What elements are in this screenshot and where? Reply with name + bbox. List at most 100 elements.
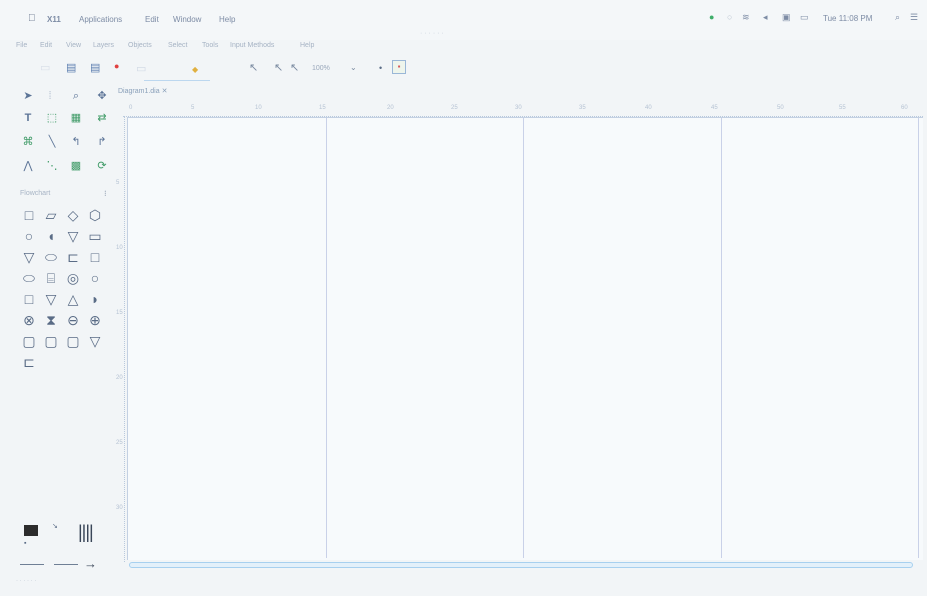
process-shape-icon[interactable]: □ — [20, 206, 38, 224]
outline-tool-icon[interactable]: ⟳ — [92, 156, 112, 176]
system-menubar:  X11 Applications Edit Window Help ● ○ … — [0, 0, 927, 40]
ruler-tick: 40 — [645, 105, 652, 111]
open-file-icon[interactable]: ▤ — [66, 60, 76, 76]
preparation-hexagon-shape-icon[interactable]: ⬡ — [86, 206, 104, 224]
summing-junction-shape-icon[interactable]: ⊗ — [20, 311, 38, 329]
menu-edit[interactable]: Edit — [145, 15, 159, 24]
menu-view[interactable]: View — [66, 42, 81, 49]
ruler-tick: 25 — [116, 440, 123, 446]
menu-tools[interactable]: Tools — [202, 42, 218, 49]
polyline-tool-icon[interactable]: ⋀ — [18, 156, 38, 176]
default-colors-icon[interactable]: ▪ — [24, 540, 26, 547]
sort-shape-icon[interactable]: ⊖ — [64, 311, 82, 329]
connector-shape-icon[interactable]: ⬭ — [20, 269, 38, 287]
sheet-selector-arrow-icon[interactable]: ⁝ — [104, 189, 107, 198]
beziergon-tool-icon[interactable]: ⌘ — [18, 132, 38, 152]
start-arrow-selector[interactable] — [20, 564, 44, 565]
ellipse-tool-icon[interactable]: ▦ — [66, 108, 86, 128]
ruler-tick: 5 — [191, 105, 195, 111]
swap-colors-icon[interactable]: ↘ — [52, 522, 58, 530]
card-shape-icon[interactable]: ⊏ — [64, 248, 82, 266]
multi-document-shape-icon[interactable]: ▢ — [64, 332, 82, 350]
bezier-tool-icon[interactable]: ⋱ — [42, 156, 62, 176]
punched-tape-shape-icon[interactable]: □ — [86, 248, 104, 266]
undo-icon[interactable]: ↖ — [249, 60, 258, 76]
menu-select[interactable]: Select — [168, 42, 187, 49]
or-shape-icon[interactable]: ⊕ — [86, 311, 104, 329]
decision-diamond-shape-icon[interactable]: ◇ — [64, 206, 82, 224]
menu-app-x11[interactable]: X11 — [47, 15, 61, 24]
pointer-tool-icon[interactable]: ➤ — [18, 86, 38, 106]
menu-help[interactable]: Help — [300, 42, 314, 49]
annotation-shape-icon[interactable]: ⊏ — [20, 353, 38, 371]
menu-help[interactable]: Help — [219, 15, 235, 24]
internal-storage-shape-icon[interactable]: □ — [20, 290, 38, 308]
terminal-shape-icon[interactable]: ○ — [20, 227, 38, 245]
direct-data-shape-icon[interactable]: ◎ — [64, 269, 82, 287]
zoom-dropdown-chevron-icon[interactable]: ⌄ — [350, 60, 357, 76]
notification-center-icon[interactable]: ☰ — [910, 12, 918, 23]
menu-edit[interactable]: Edit — [40, 42, 52, 49]
close-tab-icon[interactable]: ✕ — [162, 88, 168, 95]
document-shape-icon[interactable]: ▽ — [64, 227, 82, 245]
box-tool-icon[interactable]: ⬚ — [42, 108, 62, 128]
spotlight-search-icon[interactable]: ⌕ — [895, 12, 900, 23]
alternate-process-shape-icon[interactable]: ▢ — [20, 332, 38, 350]
end-arrow-selector-icon[interactable]: → — [84, 556, 97, 571]
wifi-icon[interactable]: ≋ — [742, 12, 750, 23]
horizontal-scrollbar[interactable] — [129, 562, 913, 568]
collate-shape-icon[interactable]: ⧗ — [42, 311, 60, 329]
menu-objects[interactable]: Objects — [128, 42, 152, 49]
extract-shape-icon[interactable]: △ — [64, 290, 82, 308]
data-parallelogram-shape-icon[interactable]: ▱ — [42, 206, 60, 224]
off-page-shape-icon[interactable]: ▽ — [86, 332, 104, 350]
merge-shape-icon[interactable]: ▽ — [42, 290, 60, 308]
menu-window[interactable]: Window — [173, 15, 201, 24]
save-file-icon[interactable]: ▤ — [90, 60, 100, 76]
menu-applications[interactable]: Applications — [79, 15, 122, 24]
delay-shape-icon[interactable]: ◗ — [86, 290, 104, 308]
magnify-tool-icon[interactable]: ⌕ — [66, 86, 86, 106]
redo-icon[interactable]: ↖ — [274, 60, 283, 76]
clock[interactable]: Tue 11:08 PM — [823, 14, 872, 23]
menu-layers[interactable]: Layers — [93, 42, 114, 49]
line-tool-icon[interactable]: ╲ — [42, 132, 62, 152]
arc-tool-icon[interactable]: ↰ — [66, 132, 86, 152]
diagram-tab[interactable]: Diagram1.dia ✕ — [118, 87, 167, 95]
zigzag-tool-icon[interactable]: ↱ — [92, 132, 112, 152]
menu-file[interactable]: File — [16, 42, 27, 49]
snap-to-grid-icon[interactable]: ▪ — [392, 60, 406, 74]
magnetic-disk-shape-icon[interactable]: ⌸ — [42, 269, 60, 287]
snap-dot-icon[interactable]: • — [379, 60, 382, 76]
text-tool-icon[interactable]: T — [18, 108, 38, 128]
stored-data-shape-icon[interactable]: ◖ — [42, 227, 60, 245]
status-app-icon[interactable]: ● — [709, 12, 714, 22]
blank-doc-icon[interactable]: ▭ — [136, 61, 146, 77]
display-icon[interactable]: ▣ — [782, 12, 791, 23]
menu-input-methods[interactable]: Input Methods — [230, 42, 274, 49]
scroll-tool-icon[interactable]: ✥ — [92, 86, 112, 106]
toolbar: ▭ ▤ ▤ ● ▭ ◆ ↖ ↖ ↖ 100% ⌄ • ▪ — [16, 58, 916, 82]
sheet-selector[interactable]: Flowchart — [20, 190, 50, 197]
foreground-color-swatch[interactable] — [24, 525, 38, 536]
line-style-selector[interactable] — [54, 564, 78, 565]
zoom-fit-icon[interactable]: ◆ — [192, 62, 198, 78]
volume-icon[interactable]: ◂ — [763, 12, 768, 23]
image-tool-icon[interactable]: ▩ — [66, 156, 86, 176]
predefined-process-shape-icon[interactable]: ▢ — [42, 332, 60, 350]
line-width-selector-icon[interactable]: |||| — [78, 522, 94, 543]
diagram-canvas[interactable] — [127, 117, 923, 560]
zoom-level[interactable]: 100% — [312, 61, 330, 77]
offpage-connector-shape-icon[interactable]: ⬭ — [42, 248, 60, 266]
display-shape-icon[interactable]: ▭ — [86, 227, 104, 245]
text-cursor-tool-icon[interactable]: ⁞ — [40, 86, 60, 106]
manual-operation-shape-icon[interactable]: ▽ — [20, 248, 38, 266]
new-diagram-icon[interactable]: ▭ — [40, 60, 50, 76]
status-circle-icon[interactable]: ○ — [727, 12, 732, 22]
polygon-tool-icon[interactable]: ⇄ — [92, 108, 112, 128]
battery-icon[interactable]: ▭ — [800, 12, 809, 23]
print-icon[interactable]: ● — [114, 58, 119, 74]
apple-icon[interactable]:  — [28, 13, 36, 24]
zoom-in-icon[interactable]: ↖ — [290, 60, 299, 76]
sequential-data-shape-icon[interactable]: ○ — [86, 269, 104, 287]
